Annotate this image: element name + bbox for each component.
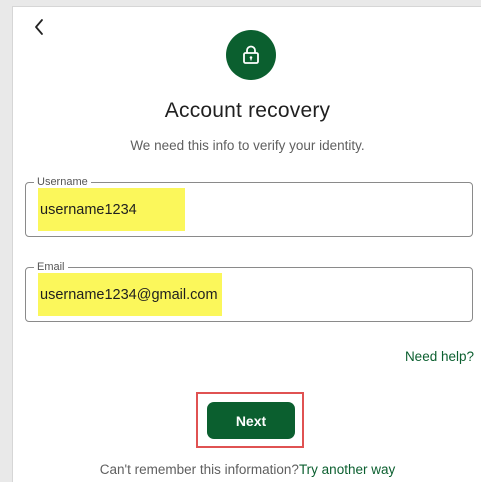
back-button[interactable]: [27, 13, 51, 41]
email-field[interactable]: Email username1234@gmail.com: [25, 259, 473, 322]
chevron-left-icon: [35, 19, 43, 35]
page-subtitle: We need this info to verify your identit…: [130, 138, 365, 153]
recovery-footer: Can't remember this information?Try anot…: [13, 462, 481, 477]
next-button[interactable]: Next: [207, 402, 295, 439]
try-another-way-link[interactable]: Try another way: [299, 462, 395, 477]
username-input[interactable]: username1234: [38, 188, 185, 231]
lock-icon: [243, 45, 259, 64]
screen: Account recovery We need this info to ve…: [0, 0, 481, 482]
lock-badge: [226, 30, 276, 80]
footer-prompt: Can't remember this information?: [99, 462, 299, 477]
email-input[interactable]: username1234@gmail.com: [38, 273, 222, 316]
page-title: Account recovery: [164, 99, 331, 122]
need-help-link[interactable]: Need help?: [405, 349, 474, 364]
account-recovery-card: Account recovery We need this info to ve…: [12, 6, 481, 482]
username-field[interactable]: Username username1234: [25, 174, 473, 237]
